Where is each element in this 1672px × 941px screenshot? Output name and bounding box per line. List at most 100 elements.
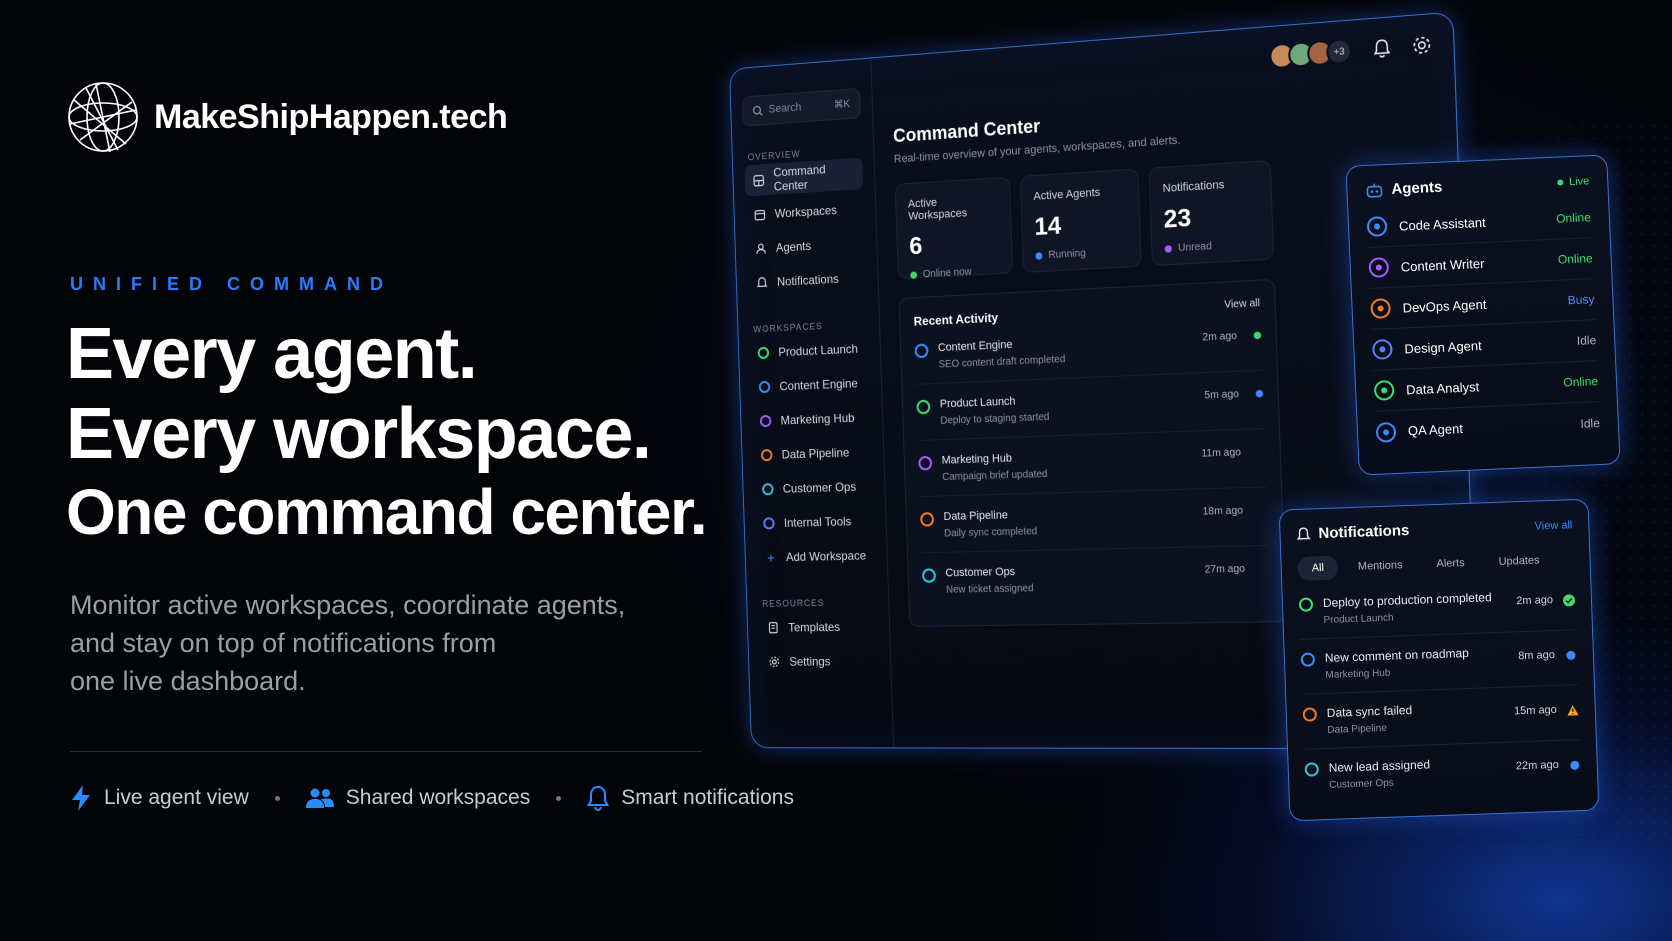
bell-icon bbox=[1296, 526, 1311, 540]
stat-value: 14 bbox=[1033, 211, 1062, 242]
sidebar-item-workspace[interactable]: Data Pipeline bbox=[753, 435, 872, 470]
activity-title: Customer Ops bbox=[945, 565, 1016, 580]
search-input[interactable]: Search ⌘K bbox=[741, 87, 861, 127]
status-dot bbox=[910, 271, 918, 279]
agent-avatar-icon bbox=[1375, 421, 1397, 443]
document-icon bbox=[766, 620, 780, 634]
agent-name: Data Analyst bbox=[1405, 378, 1480, 397]
check-circle-icon bbox=[1563, 594, 1576, 607]
live-indicator: Live bbox=[1556, 174, 1590, 188]
status-dot-empty bbox=[1260, 507, 1268, 515]
activity-row[interactable]: Marketing Hub Campaign brief updated 11m … bbox=[917, 429, 1267, 498]
activity-time: 11m ago bbox=[1201, 446, 1242, 460]
sidebar-item-notifications[interactable]: Notifications bbox=[748, 261, 867, 299]
sidebar-item-label: Marketing Hub bbox=[780, 410, 855, 428]
notification-subtitle: Customer Ops bbox=[1329, 777, 1394, 791]
add-workspace-button[interactable]: + Add Workspace bbox=[756, 539, 875, 573]
live-dot bbox=[1556, 178, 1564, 186]
agent-status: Online bbox=[1557, 251, 1593, 267]
user-icon bbox=[754, 241, 768, 256]
stat-card-active-agents[interactable]: Active Agents 14 Running bbox=[1019, 168, 1142, 273]
workspace-icon bbox=[1302, 707, 1318, 722]
search-icon bbox=[753, 105, 764, 117]
tab-alerts[interactable]: Alerts bbox=[1422, 551, 1479, 577]
notification-list: Deploy to production completed Product La… bbox=[1298, 575, 1582, 804]
users-icon bbox=[305, 788, 334, 808]
notifications-header: Notifications View all bbox=[1296, 516, 1573, 543]
sidebar-item-agents[interactable]: Agents bbox=[746, 227, 865, 265]
notification-row[interactable]: New comment on roadmap Marketing Hub 8m a… bbox=[1300, 630, 1578, 695]
add-workspace-label: Add Workspace bbox=[785, 547, 867, 564]
sidebar-item-label: Command Center bbox=[773, 161, 826, 194]
brand-name: MakeShipHappen.tech bbox=[154, 97, 508, 136]
stat-card-active-workspaces[interactable]: Active Workspaces 6 Online now bbox=[894, 176, 1014, 280]
feature-shared-workspaces: Shared workspaces bbox=[305, 786, 531, 810]
stat-foot-label: Running bbox=[1048, 247, 1086, 262]
sidebar: Search ⌘K OVERVIEW Command Center Worksp… bbox=[729, 58, 895, 748]
notification-row[interactable]: Data sync failed Data Pipeline 15m ago bbox=[1302, 685, 1580, 750]
bell-icon[interactable] bbox=[1373, 38, 1391, 59]
sidebar-item-command-center[interactable]: Command Center bbox=[744, 157, 864, 197]
tab-updates[interactable]: Updates bbox=[1484, 548, 1554, 574]
agents-title: Agents bbox=[1391, 178, 1443, 198]
sidebar-item-workspace[interactable]: Marketing Hub bbox=[752, 401, 871, 437]
workspace-icon bbox=[757, 346, 770, 359]
search-placeholder: Search bbox=[768, 101, 802, 116]
workspace-icon bbox=[760, 448, 773, 461]
stat-label: Active Workspaces bbox=[907, 196, 968, 223]
notification-title: New lead assigned bbox=[1328, 757, 1431, 775]
agent-avatar-icon bbox=[1373, 379, 1395, 401]
tab-all[interactable]: All bbox=[1297, 555, 1339, 581]
stat-card-notifications[interactable]: Notifications 23 Unread bbox=[1148, 159, 1275, 267]
sidebar-item-settings[interactable]: Settings bbox=[760, 645, 879, 677]
notification-time: 2m ago bbox=[1516, 593, 1554, 608]
sidebar-item-templates[interactable]: Templates bbox=[759, 610, 878, 643]
status-dot bbox=[1035, 252, 1043, 260]
workspace-icon bbox=[762, 482, 774, 495]
status-dot bbox=[1253, 331, 1262, 340]
sidebar-item-workspace[interactable]: Product Launch bbox=[750, 332, 869, 369]
notification-subtitle: Data Pipeline bbox=[1327, 722, 1388, 736]
subcopy-line: Monitor active workspaces, coordinate ag… bbox=[70, 590, 626, 620]
agent-row[interactable]: QA Agent Idle bbox=[1375, 402, 1601, 453]
notification-title: Data sync failed bbox=[1326, 702, 1413, 720]
stat-value: 6 bbox=[908, 232, 923, 261]
agent-name: Code Assistant bbox=[1398, 214, 1486, 234]
activity-time: 2m ago bbox=[1202, 330, 1238, 344]
activity-row[interactable]: Customer Ops New ticket assigned 27m ago bbox=[921, 546, 1270, 610]
feature-label: Shared workspaces bbox=[345, 786, 531, 809]
sidebar-item-workspaces[interactable]: Workspaces bbox=[745, 192, 864, 230]
notification-subtitle: Marketing Hub bbox=[1325, 667, 1391, 681]
stat-foot-label: Unread bbox=[1177, 240, 1213, 255]
live-label: Live bbox=[1568, 174, 1590, 188]
sidebar-item-label: Workspaces bbox=[774, 202, 838, 221]
avatar-overflow-count[interactable]: +3 bbox=[1325, 37, 1353, 66]
brand[interactable]: MakeShipHappen.tech bbox=[66, 80, 508, 154]
workspace-icon bbox=[763, 516, 775, 530]
folder-icon bbox=[753, 207, 767, 222]
activity-title: Marketing Hub bbox=[941, 452, 1013, 467]
sidebar-item-workspace[interactable]: Content Engine bbox=[751, 366, 870, 402]
section-label-resources: RESOURCES bbox=[762, 597, 825, 609]
notification-time: 15m ago bbox=[1513, 703, 1558, 718]
notification-row[interactable]: Deploy to production completed Product La… bbox=[1298, 575, 1577, 640]
warning-icon bbox=[1567, 704, 1579, 716]
activity-row[interactable]: Data Pipeline Daily sync completed 18m ag… bbox=[919, 487, 1269, 554]
eyebrow: UNIFIED COMMAND bbox=[70, 274, 393, 294]
agent-avatar-icon bbox=[1370, 298, 1392, 319]
agent-status: Online bbox=[1555, 210, 1592, 226]
notifications-card: Notifications View all All Mentions Aler… bbox=[1278, 498, 1600, 822]
globe-logo-icon bbox=[68, 82, 138, 153]
feature-label: Smart notifications bbox=[621, 786, 794, 809]
sidebar-item-label: Templates bbox=[788, 619, 841, 635]
gear-icon[interactable] bbox=[1412, 35, 1432, 56]
tab-mentions[interactable]: Mentions bbox=[1344, 553, 1417, 580]
view-all-link[interactable]: View all bbox=[1534, 519, 1572, 532]
sidebar-item-workspace[interactable]: Customer Ops bbox=[754, 470, 873, 505]
notification-row[interactable]: New lead assigned Customer Ops 22m ago bbox=[1304, 740, 1582, 805]
sidebar-item-workspace[interactable]: Internal Tools bbox=[755, 504, 874, 538]
agents-card: Agents Live Code Assistant Online Content… bbox=[1345, 154, 1621, 476]
divider bbox=[70, 751, 702, 752]
unread-dot-icon bbox=[1565, 649, 1577, 661]
view-all-link[interactable]: View all bbox=[1224, 298, 1260, 315]
